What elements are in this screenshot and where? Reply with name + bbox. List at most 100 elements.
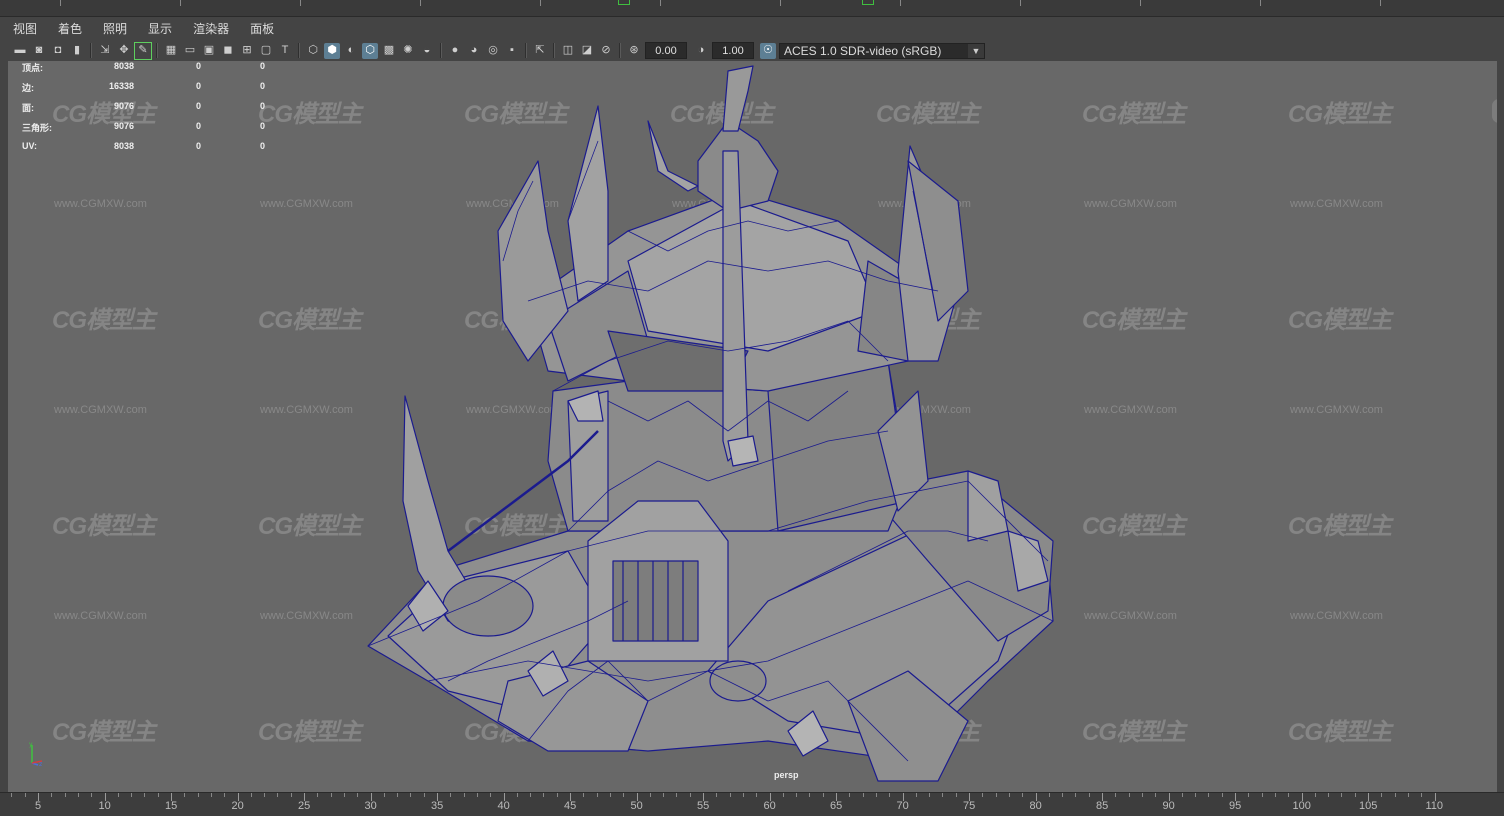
time-slider-tick bbox=[277, 793, 279, 797]
xray-joints-icon[interactable]: ⊘ bbox=[598, 43, 614, 59]
xray-icon[interactable]: ◫ bbox=[560, 43, 576, 59]
time-slider-tick bbox=[1328, 793, 1330, 797]
time-slider-frame-label: 25 bbox=[298, 800, 311, 812]
menu-panels[interactable]: 面板 bbox=[247, 18, 277, 39]
menu-shading[interactable]: 着色 bbox=[55, 18, 85, 39]
gate-mask-icon[interactable]: ◼ bbox=[220, 43, 236, 59]
time-slider-tick bbox=[423, 793, 425, 797]
time-slider-tick bbox=[1261, 793, 1263, 797]
time-slider-tick bbox=[583, 793, 585, 797]
time-slider-frame-label: 85 bbox=[1096, 800, 1109, 812]
stats-total-value: 9076 bbox=[113, 121, 134, 131]
camera-attributes-icon[interactable]: ◙ bbox=[31, 43, 47, 59]
toolbar-separator bbox=[440, 43, 442, 58]
time-slider-tick bbox=[942, 793, 944, 797]
time-slider-tick bbox=[1314, 793, 1316, 797]
top-strip bbox=[0, 0, 1504, 17]
color-management-icon[interactable]: ☉ bbox=[760, 42, 776, 59]
use-lights-icon[interactable]: ✺ bbox=[400, 43, 416, 59]
stats-selected-sub-value: 0 bbox=[260, 81, 266, 91]
bookmark-icon[interactable]: ◘ bbox=[50, 43, 66, 59]
time-slider-frame-label: 65 bbox=[830, 800, 843, 812]
wireframe-model[interactable] bbox=[8, 61, 1497, 792]
top-strip-tick bbox=[1140, 0, 1141, 6]
xray-active-icon[interactable]: ◪ bbox=[579, 43, 595, 59]
isolate-select-icon[interactable]: ⇱ bbox=[532, 43, 548, 59]
wireframe-icon[interactable]: ⬡ bbox=[305, 43, 321, 59]
2d-pan-zoom-icon[interactable]: ⇲ bbox=[97, 43, 113, 59]
wireframe-on-shaded-icon[interactable]: ⬡ bbox=[362, 42, 378, 59]
time-slider-tick bbox=[410, 793, 412, 797]
stats-selected-value: 0 bbox=[196, 141, 202, 151]
view-cube-icon[interactable] bbox=[1492, 99, 1497, 123]
time-slider-tick bbox=[64, 793, 66, 797]
time-slider-frame-label: 50 bbox=[630, 800, 643, 812]
time-slider-tick bbox=[463, 793, 465, 797]
field-chart-icon[interactable]: ⊞ bbox=[239, 43, 255, 59]
depth-of-field-icon[interactable]: ▪ bbox=[504, 43, 520, 59]
time-slider-frame-label: 5 bbox=[35, 800, 42, 812]
time-slider-tick bbox=[742, 793, 744, 797]
top-strip-tick bbox=[780, 0, 781, 6]
safe-action-icon[interactable]: ▢ bbox=[258, 43, 274, 59]
viewport-toolbar: ▬ ◙ ◘ ▮ ⇲ ✥ ✎ ▦ ▭ ▣ ◼ ⊞ ▢ T ⬡ ⬢ ◐ ⬡ ▩ ✺ … bbox=[0, 40, 1504, 61]
image-plane-icon[interactable]: ▮ bbox=[69, 43, 85, 59]
smooth-shade-icon[interactable]: ⬢ bbox=[324, 42, 340, 59]
time-slider[interactable]: 5 10 15 20 25 30 35 40 45 50 55 60 65 70 75 80 85 90 95 100… bbox=[0, 792, 1504, 816]
shadows-icon[interactable]: ◒ bbox=[419, 43, 435, 59]
time-slider-tick bbox=[1394, 793, 1396, 797]
time-slider-tick bbox=[756, 793, 758, 797]
top-strip-tick bbox=[300, 0, 301, 6]
exposure-icon[interactable]: ⊛ bbox=[626, 43, 642, 59]
menu-view[interactable]: 视图 bbox=[10, 18, 40, 39]
exposure-field[interactable]: 0.00 bbox=[645, 42, 687, 59]
time-slider-tick bbox=[117, 793, 119, 797]
time-slider-tick bbox=[264, 793, 266, 797]
stats-total-value: 8038 bbox=[113, 61, 134, 71]
time-slider-tick bbox=[729, 793, 731, 797]
time-slider-tick bbox=[91, 793, 93, 797]
top-strip-tick bbox=[60, 0, 61, 6]
time-slider-tick bbox=[596, 793, 598, 797]
stats-total-value: 8038 bbox=[113, 141, 134, 151]
time-slider-tick bbox=[543, 793, 545, 797]
default-material-icon[interactable]: ◐ bbox=[343, 43, 359, 59]
grease-pencil-toggle-icon[interactable]: ✎ bbox=[134, 41, 152, 60]
time-slider-tick bbox=[1341, 793, 1343, 797]
textured-icon[interactable]: ▩ bbox=[381, 43, 397, 59]
3d-viewport[interactable]: CG模型主 CG模型主 CG模型主 CG模型主 CG模型主 CG模型主 CG模型主 CG模型主… bbox=[8, 61, 1497, 792]
menu-lighting[interactable]: 照明 bbox=[100, 18, 130, 39]
select-camera-icon[interactable]: ▬ bbox=[12, 43, 28, 59]
menu-show[interactable]: 显示 bbox=[145, 18, 175, 39]
safe-title-icon[interactable]: T bbox=[277, 43, 293, 59]
time-slider-tick bbox=[1062, 793, 1064, 797]
film-gate-icon[interactable]: ▭ bbox=[182, 43, 198, 59]
time-slider-tick bbox=[1008, 793, 1010, 797]
multisample-aa-icon[interactable]: ◎ bbox=[485, 43, 501, 59]
time-slider-tick bbox=[1075, 793, 1077, 797]
screen-space-ao-icon[interactable]: ● bbox=[447, 43, 463, 59]
time-slider-tick bbox=[1221, 793, 1223, 797]
color-space-select[interactable]: ACES 1.0 SDR-video (sRGB) ▼ bbox=[779, 42, 985, 59]
resolution-gate-icon[interactable]: ▣ bbox=[201, 43, 217, 59]
top-strip-tick bbox=[1380, 0, 1381, 6]
time-slider-tick bbox=[1155, 793, 1157, 797]
motion-blur-icon[interactable]: ◕ bbox=[466, 43, 482, 59]
menu-renderer[interactable]: 渲染器 bbox=[190, 18, 232, 39]
chevron-down-icon: ▼ bbox=[968, 43, 984, 58]
time-slider-tick bbox=[1421, 793, 1423, 797]
gamma-icon[interactable]: ◑ bbox=[693, 43, 709, 59]
gamma-field[interactable]: 1.00 bbox=[712, 42, 754, 59]
time-slider-frame-label: 70 bbox=[896, 800, 909, 812]
time-slider-tick bbox=[796, 793, 798, 797]
grid-icon[interactable]: ▦ bbox=[163, 43, 179, 59]
time-slider-tick bbox=[955, 793, 957, 797]
time-slider-tick bbox=[809, 793, 811, 797]
time-slider-tick bbox=[144, 793, 146, 797]
time-slider-tick bbox=[290, 793, 292, 797]
stats-label: 顶点: bbox=[22, 63, 43, 73]
time-slider-frame-label: 30 bbox=[364, 800, 377, 812]
time-slider-tick bbox=[1088, 793, 1090, 797]
time-slider-frame-label: 55 bbox=[697, 800, 710, 812]
grease-pencil-icon[interactable]: ✥ bbox=[116, 43, 132, 59]
